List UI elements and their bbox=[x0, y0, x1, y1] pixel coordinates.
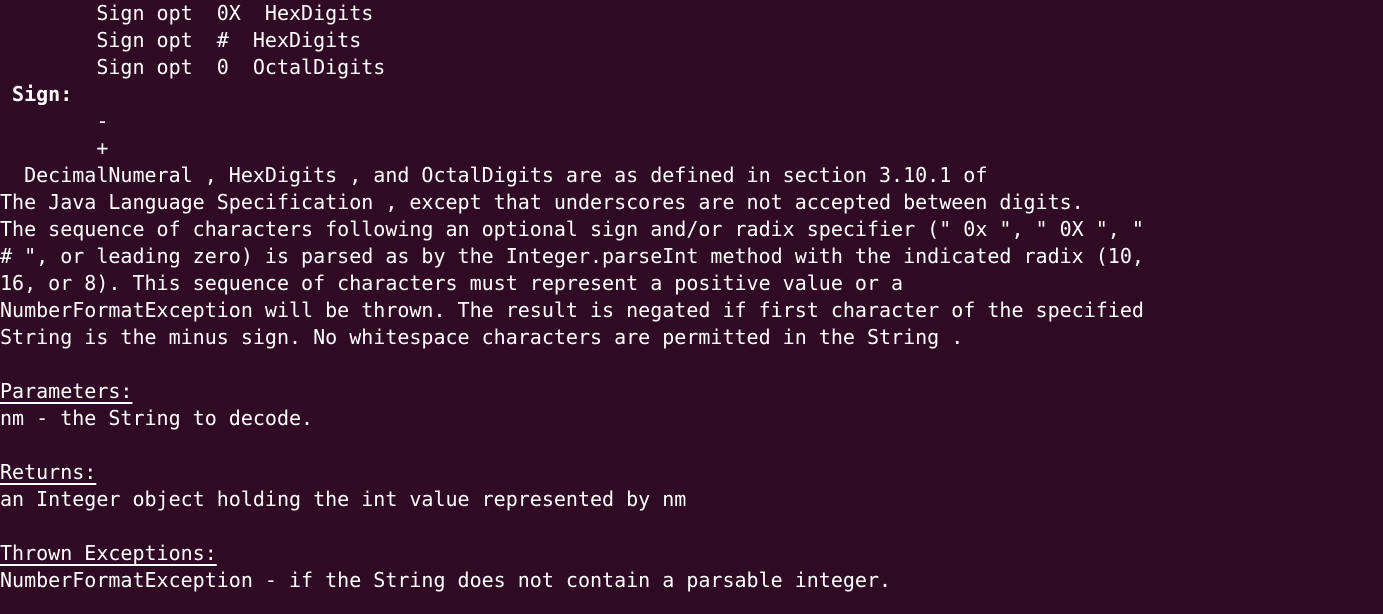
terminal-line: # ", or leading zero) is parsed as by th… bbox=[0, 244, 1144, 268]
terminal-line: + bbox=[0, 136, 109, 160]
terminal-line: DecimalNumeral , HexDigits , and OctalDi… bbox=[0, 163, 988, 187]
terminal-line: NumberFormatException will be thrown. Th… bbox=[0, 298, 1144, 322]
terminal-line: String is the minus sign. No whitespace … bbox=[0, 325, 964, 349]
terminal-line: - bbox=[0, 109, 109, 133]
section-heading-returns: Returns: bbox=[0, 460, 97, 484]
section-heading-thrown-exceptions: Thrown Exceptions: bbox=[0, 541, 217, 565]
terminal-line: The Java Language Specification , except… bbox=[0, 190, 1084, 214]
terminal-window[interactable]: Sign opt 0X HexDigits Sign opt # HexDigi… bbox=[0, 0, 1383, 614]
terminal-line: nm - the String to decode. bbox=[0, 406, 314, 430]
terminal-line: Sign opt 0X HexDigits bbox=[0, 1, 374, 25]
section-heading-parameters: Parameters: bbox=[0, 379, 133, 403]
terminal-line: NumberFormatException - if the String do… bbox=[0, 568, 892, 592]
terminal-line: 16, or 8). This sequence of characters m… bbox=[0, 271, 904, 295]
terminal-line: The sequence of characters following an … bbox=[0, 217, 1144, 241]
section-heading-sign: Sign: bbox=[0, 82, 73, 106]
terminal-line: Sign opt 0 OctalDigits bbox=[0, 55, 386, 79]
terminal-line: an Integer object holding the int value … bbox=[0, 487, 687, 511]
terminal-line: Sign opt # HexDigits bbox=[0, 28, 362, 52]
